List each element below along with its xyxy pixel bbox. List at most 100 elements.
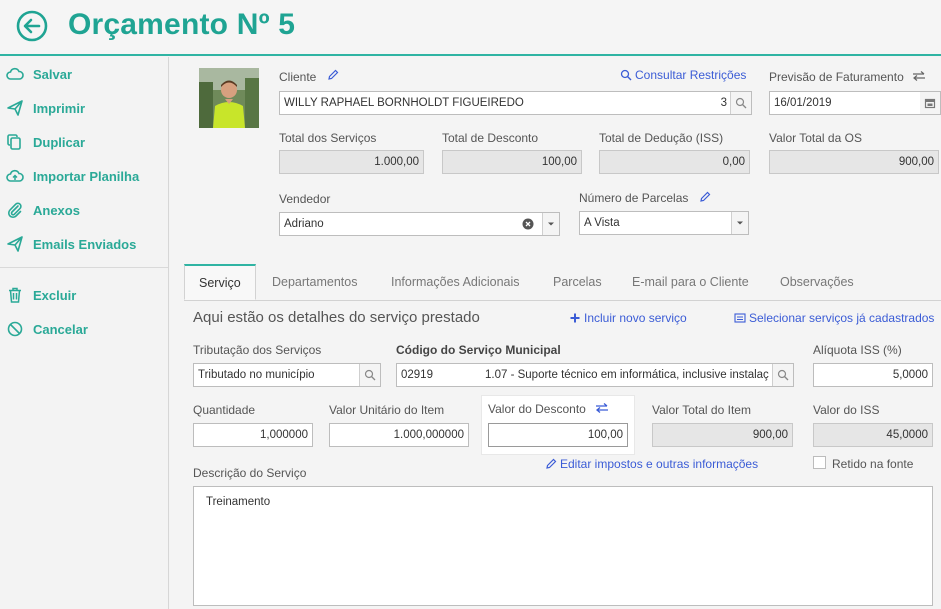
description-label: Descrição do Serviço [193,466,307,480]
tab-client-email[interactable]: E-mail para o Cliente [632,264,749,300]
send-icon [7,100,23,116]
search-icon [735,97,747,109]
billing-forecast-value: 16/01/2019 [774,97,832,109]
copy-icon [7,134,21,150]
delete-button[interactable]: Excluir [6,285,76,305]
attachments-button[interactable]: Anexos [6,200,80,220]
save-button[interactable]: Salvar [6,64,72,84]
cancel-label: Cancelar [33,321,88,337]
description-value: Treinamento [206,496,271,508]
unit-value-value: 1.000,000000 [393,429,464,441]
consult-restrictions-link[interactable]: Consultar Restrições [620,68,746,82]
plus-icon [570,313,580,323]
sent-emails-label: Emails Enviados [33,236,137,252]
cloud-icon [6,67,24,80]
billing-forecast-input[interactable]: 16/01/2019 [769,91,941,115]
client-search-button[interactable] [730,92,751,114]
withheld-checkbox[interactable] [813,456,826,469]
page-title: Orçamento Nº 5 [68,8,296,41]
search-icon [777,369,789,381]
add-service-label: Incluir novo serviço [584,311,687,325]
seller-label: Vendedor [279,192,331,206]
installments-dropdown-button[interactable] [731,212,748,234]
pencil-icon[interactable] [699,191,711,203]
taxation-search-button[interactable] [359,364,380,386]
search-icon [364,369,376,381]
sent-emails-button[interactable]: Emails Enviados [6,234,136,254]
description-textarea[interactable]: Treinamento [193,486,933,606]
seller-dropdown-button[interactable] [542,213,559,235]
iss-rate-value: 5,0000 [892,369,928,381]
search-icon [620,69,632,81]
client-avatar [199,68,259,128]
os-total-value: 900,00 [898,156,934,168]
page-header: Orçamento Nº 5 [0,0,941,56]
total-services-label: Total dos Serviços [279,131,377,145]
taxation-value: Tributado no município [198,369,315,381]
back-arrow-circle-icon[interactable] [16,10,48,42]
send-icon [7,236,23,252]
client-input-suffix: 3 [720,97,727,109]
seller-select[interactable]: Adriano [279,212,560,236]
installments-select[interactable]: A Vista [579,211,749,235]
clear-icon[interactable] [522,218,534,230]
attachments-label: Anexos [33,202,80,218]
iss-rate-label: Alíquota ISS (%) [813,343,902,357]
duplicate-label: Duplicar [33,134,86,150]
select-services-link[interactable]: Selecionar serviços já cadastrados [734,311,934,325]
unit-value-input[interactable]: 1.000,000000 [329,423,469,447]
tab-service[interactable]: Serviço [184,264,256,300]
edit-taxes-link[interactable]: Editar impostos e outras informações [545,457,758,471]
chevron-down-icon [548,222,554,226]
pencil-icon[interactable] [327,69,339,81]
quantity-input[interactable]: 1,000000 [193,423,313,447]
item-discount-label: Valor do Desconto [488,402,586,416]
swap-arrows-icon[interactable] [595,403,609,413]
client-label: Cliente [279,70,317,84]
calendar-button[interactable] [920,92,940,114]
municipal-code-input[interactable]: 02919 1.07 - Suporte técnico em informát… [396,363,794,387]
taxation-label: Tributação dos Serviços [193,343,322,357]
total-discount-label: Total de Desconto [442,131,539,145]
total-deduction-value: 0,00 [722,156,745,168]
service-section-title: Aqui estão os detalhes do serviço presta… [193,309,480,326]
municipal-code-label: Código do Serviço Municipal [396,343,561,357]
action-sidebar: Salvar Imprimir Duplicar Importar Planil… [0,57,169,609]
swap-arrows-icon[interactable] [912,71,926,81]
import-spreadsheet-button[interactable]: Importar Planilha [6,166,139,186]
save-label: Salvar [33,66,73,82]
ban-icon [7,321,23,337]
tab-departments[interactable]: Departamentos [272,264,357,300]
item-discount-input[interactable]: 100,00 [488,423,628,447]
os-total-label: Valor Total da OS [769,131,862,145]
delete-label: Excluir [33,287,77,303]
trash-icon [9,287,21,303]
taxation-input[interactable]: Tributado no município [193,363,381,387]
pencil-icon [546,458,557,469]
total-deduction-label: Total de Dedução (ISS) [599,131,724,145]
iss-rate-input[interactable]: 5,0000 [813,363,933,387]
client-input[interactable]: WILLY RAPHAEL BORNHOLDT FIGUEIREDO 3 [279,91,752,115]
municipal-code-value: 02919 [401,369,433,381]
cloud-upload-icon [6,169,24,182]
unit-value-label: Valor Unitário do Item [329,403,445,417]
add-service-link[interactable]: Incluir novo serviço [569,311,687,325]
municipal-code-search-button[interactable] [772,364,793,386]
withheld-label: Retido na fonte [832,457,914,471]
item-total-value: 900,00 [752,429,788,441]
quantity-value: 1,000000 [260,429,308,441]
tab-installments[interactable]: Parcelas [553,264,602,300]
tab-bar: Serviço Departamentos Informações Adicio… [184,264,941,301]
consult-restrictions-label: Consultar Restrições [635,68,747,82]
import-spreadsheet-label: Importar Planilha [33,168,140,184]
tab-observations[interactable]: Observações [780,264,854,300]
item-discount-value: 100,00 [587,429,623,441]
installments-value: A Vista [584,217,620,229]
iss-value-value: 45,0000 [886,429,928,441]
iss-value-label: Valor do ISS [813,403,880,417]
tab-additional-info[interactable]: Informações Adicionais [391,264,520,300]
cancel-button[interactable]: Cancelar [6,319,88,339]
seller-value: Adriano [284,218,324,230]
print-button[interactable]: Imprimir [6,98,85,118]
duplicate-button[interactable]: Duplicar [6,132,85,152]
